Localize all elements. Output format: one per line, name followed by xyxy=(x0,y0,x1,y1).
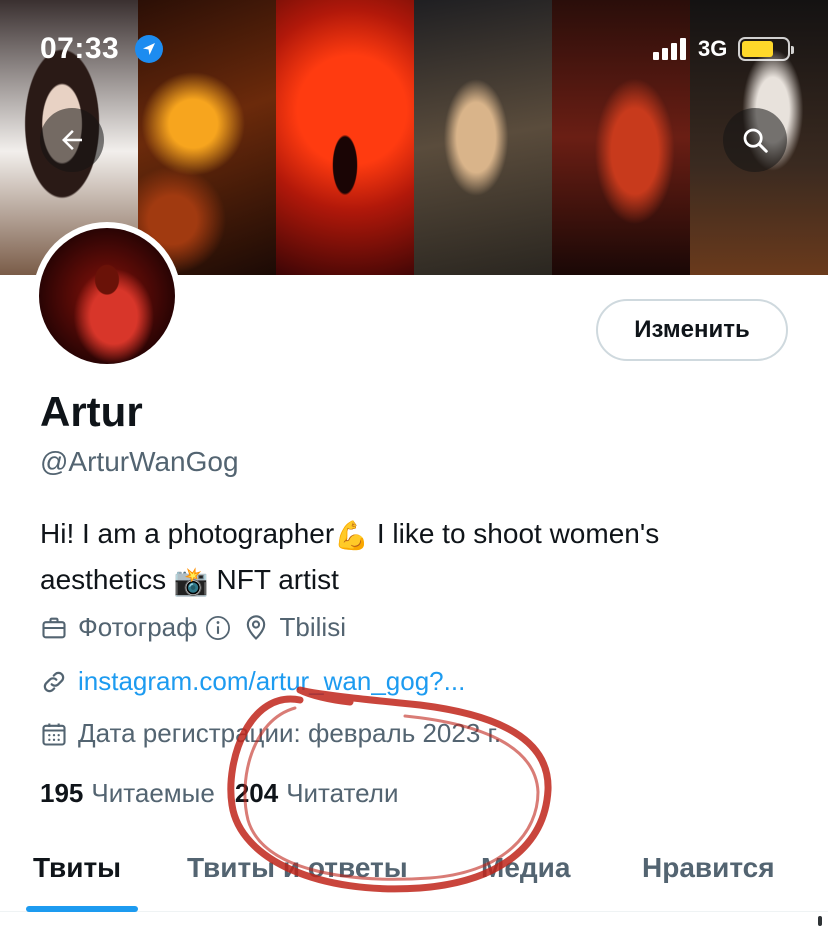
followers-link[interactable]: 204 Читатели xyxy=(235,778,399,809)
user-handle: @ArturWanGog xyxy=(40,446,239,477)
cellular-signal-icon xyxy=(653,38,686,60)
followers-label: Читатели xyxy=(286,778,399,808)
back-button[interactable] xyxy=(40,108,104,172)
search-icon xyxy=(743,128,768,153)
join-date: Дата регистрации: февраль 2023 г. xyxy=(78,718,502,748)
calendar-icon xyxy=(42,723,66,746)
edit-profile-button[interactable]: Изменить xyxy=(596,299,788,361)
profession-label: Фотограф xyxy=(78,612,198,642)
profile-link-row: instagram.com/artur_wan_gog?... xyxy=(40,666,465,697)
website-link[interactable]: instagram.com/artur_wan_gog?... xyxy=(78,666,465,697)
bio-text: aesthetics xyxy=(40,564,174,595)
info-icon[interactable] xyxy=(204,614,232,642)
bio-text: I like to shoot women's xyxy=(369,518,660,549)
flexed-biceps-emoji: 💪 xyxy=(334,520,370,551)
tab-likes[interactable]: Нравится xyxy=(642,852,775,884)
bio-text: NFT artist xyxy=(208,564,339,595)
scroll-indicator xyxy=(818,916,822,926)
tab-media[interactable]: Медиа xyxy=(481,852,570,884)
profile-meta-row: Фотограф Tbilisi xyxy=(40,612,346,643)
arrow-left-icon xyxy=(62,130,82,150)
network-type: 3G xyxy=(698,36,728,61)
active-tab-indicator xyxy=(26,906,138,912)
banner-photo-4 xyxy=(414,0,552,275)
banner-photo-3 xyxy=(276,0,414,275)
battery-icon xyxy=(738,37,794,61)
camera-flash-emoji: 📸 xyxy=(173,566,209,597)
join-date-row: Дата регистрации: февраль 2023 г. xyxy=(40,718,501,749)
tab-tweets[interactable]: Твиты xyxy=(33,852,121,884)
location-arrow-icon xyxy=(135,35,163,63)
display-name: Artur xyxy=(40,388,143,435)
avatar[interactable] xyxy=(33,222,181,370)
search-button[interactable] xyxy=(723,108,787,172)
avatar-image xyxy=(39,228,175,364)
bio-text: Hi! I am a photographer xyxy=(40,518,335,549)
following-count: 195 xyxy=(40,778,84,808)
following-label: Читаемые xyxy=(91,778,215,808)
link-icon xyxy=(43,671,65,692)
following-link[interactable]: 195 Читаемые xyxy=(40,778,215,809)
location-label: Tbilisi xyxy=(279,612,346,642)
followers-count: 204 xyxy=(234,778,279,808)
bio: Hi! I am a photographer💪 I like to shoot… xyxy=(40,512,800,604)
status-time: 07:33 xyxy=(40,32,120,65)
follow-stats: 195 Читаемые 204 Читатели xyxy=(40,778,398,809)
briefcase-icon xyxy=(42,617,66,638)
profile-tabs: Твиты Твиты и ответы Медиа Нравится xyxy=(0,838,828,912)
location-pin-icon xyxy=(246,614,265,640)
tab-tweets-and-replies[interactable]: Твиты и ответы xyxy=(187,852,408,884)
